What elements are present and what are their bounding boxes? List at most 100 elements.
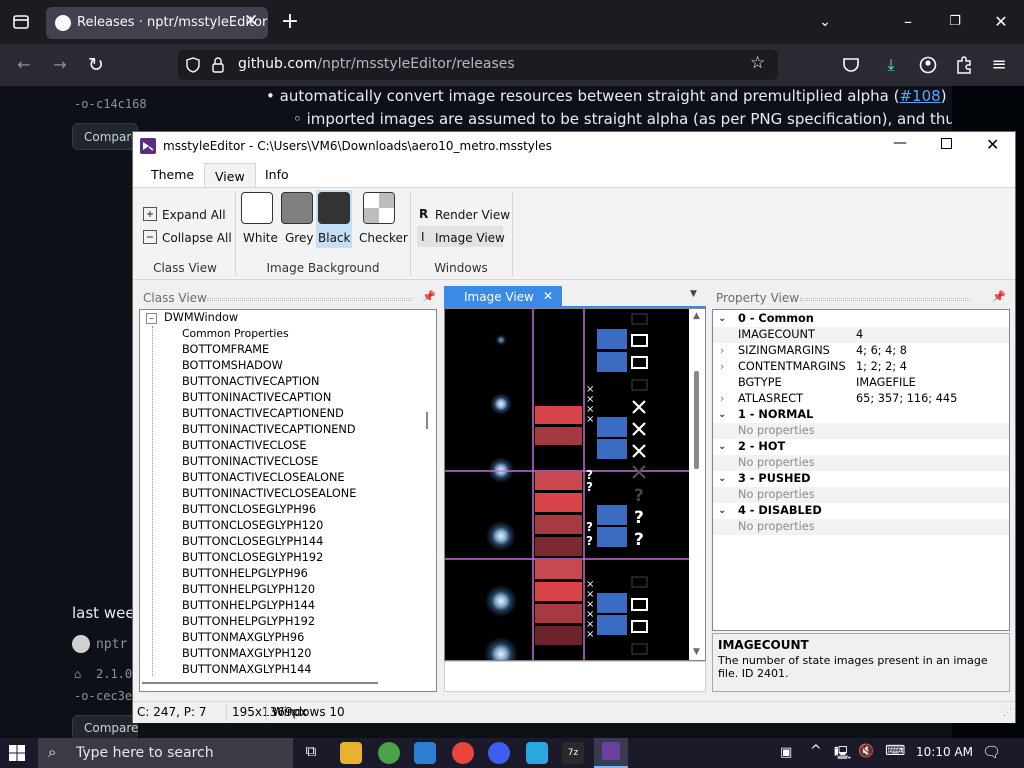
bg-checker-button[interactable]: Checker — [357, 192, 408, 246]
collapse-toggle-icon[interactable]: – — [146, 313, 157, 324]
browser-tab-releases[interactable]: Releases · nptr/msstyleEditor ✕ — [46, 7, 268, 39]
property-value[interactable]: IMAGEFILE — [856, 375, 916, 391]
expand-all-button[interactable]: Expand All — [162, 208, 226, 222]
tab-info[interactable]: Info — [255, 162, 299, 187]
image-v-scrollbar[interactable]: ▲ ▼ — [689, 309, 705, 660]
tray-chevron-icon[interactable]: ^ — [810, 743, 822, 759]
bg-black-button[interactable]: Black — [316, 190, 352, 248]
tree-v-thumb[interactable] — [426, 412, 428, 429]
tree-item[interactable]: BUTTONHELPGLYPH144 — [182, 598, 315, 614]
property-group-header[interactable]: ⌄ 0 - Common — [713, 311, 1009, 327]
tree-item[interactable]: BUTTONACTIVECAPTIONEND — [182, 406, 344, 422]
tray-notification-icon[interactable]: ▣ — [780, 745, 792, 760]
tab-view[interactable]: View — [204, 163, 256, 189]
property-row[interactable]: BGTYPE IMAGEFILE — [713, 375, 1009, 391]
tree-item[interactable]: BUTTONHELPGLYPH120 — [182, 582, 315, 598]
remote-app-icon[interactable] — [414, 742, 436, 764]
bookmark-star-icon[interactable]: ☆ — [750, 53, 765, 73]
site-info-icon[interactable] — [184, 56, 202, 74]
property-value[interactable]: 65; 357; 116; 445 — [856, 391, 957, 407]
tree-item[interactable]: BUTTONINACTIVECAPTIONEND — [182, 422, 356, 438]
restore-browser-icon[interactable]: ❐ — [940, 7, 970, 37]
close-tab-icon[interactable]: ✕ — [244, 11, 258, 31]
resize-grip-icon[interactable]: ⋰ — [1003, 708, 1012, 718]
tree-item[interactable]: BUTTONACTIVECLOSEALONE — [182, 470, 345, 486]
tree-item[interactable]: BUTTONMAXGLYPH96 — [182, 630, 304, 646]
url-bar[interactable]: github.com/nptr/msstyleEditor/releases ☆ — [178, 50, 778, 80]
property-grid[interactable]: ⌄ 0 - Common IMAGECOUNT 4 › SIZINGMARGINS 4; 6… — [712, 309, 1010, 631]
tree-root-dwmwindow[interactable]: DWMWindow — [164, 310, 238, 326]
scroll-down-arrow-icon[interactable]: ▼ — [693, 647, 700, 657]
minimize-browser-icon[interactable]: – — [893, 7, 923, 37]
group-chevron-down-icon[interactable]: ⌄ — [718, 439, 726, 455]
extensions-icon[interactable] — [949, 50, 979, 80]
tree-v-scrollbar[interactable] — [419, 310, 436, 676]
msstyle-taskbar-button[interactable] — [594, 738, 628, 768]
property-group-header[interactable]: ⌄ 2 - HOT — [713, 439, 1009, 455]
tree-item[interactable]: BUTTONACTIVECLOSE — [182, 438, 306, 454]
close-image-view-icon[interactable]: ✕ — [543, 289, 553, 303]
maximize-window-icon[interactable] — [941, 138, 952, 149]
issue-link-108[interactable]: #108 — [899, 87, 940, 105]
tree-h-thumb[interactable] — [142, 682, 378, 684]
pin-icon[interactable]: 📌 — [422, 290, 436, 303]
tree-item[interactable]: BUTTONCLOSEGLYPH192 — [182, 550, 323, 566]
7zip-icon[interactable]: 7z — [562, 742, 584, 764]
author-avatar[interactable] — [72, 635, 90, 653]
property-row[interactable]: IMAGECOUNT 4 — [713, 327, 1009, 343]
tree-item[interactable]: BUTTONINACTIVECLOSEALONE — [182, 486, 356, 502]
image-view-tab[interactable]: Image View ✕ — [444, 286, 562, 308]
chrome-2-icon[interactable] — [452, 742, 474, 764]
tree-item[interactable]: BUTTONHELPGLYPH96 — [182, 566, 308, 582]
image-canvas[interactable]: ?? ? × × × × ?? ?? × × × × × × ▲ ▼ — [444, 308, 706, 661]
reload-icon[interactable]: ↻ — [81, 50, 111, 80]
tree-item[interactable]: BOTTOMSHADOW — [182, 358, 283, 374]
expand-chevron-icon[interactable]: › — [720, 391, 724, 407]
property-row[interactable]: › CONTENTMARGINS 1; 2; 2; 4 — [713, 359, 1009, 375]
tree-item[interactable]: BOTTOMFRAME — [182, 342, 269, 358]
file-explorer-icon[interactable] — [340, 742, 362, 764]
scroll-up-arrow-icon[interactable]: ▲ — [693, 311, 700, 321]
property-group-header[interactable]: ⌄ 3 - PUSHED — [713, 471, 1009, 487]
chrome-icon[interactable] — [378, 742, 400, 764]
new-tab-icon[interactable]: + — [275, 7, 305, 37]
property-value[interactable]: 1; 2; 2; 4 — [856, 359, 907, 375]
bg-white-button[interactable]: White — [241, 192, 278, 246]
property-row[interactable]: › SIZINGMARGINS 4; 6; 4; 8 — [713, 343, 1009, 359]
property-value[interactable]: 4 — [856, 327, 863, 343]
keyboard-icon[interactable]: ⌨ — [885, 743, 905, 759]
tree-item[interactable]: BUTTONCLOSEGLYPH120 — [182, 518, 323, 534]
taskbar-search[interactable]: ⌕ Type here to search — [38, 738, 293, 768]
property-group-header[interactable]: ⌄ 4 - DISABLED — [713, 503, 1009, 519]
compare-button-bottom[interactable]: Compare — [72, 715, 138, 740]
expand-chevron-icon[interactable]: › — [720, 359, 724, 375]
property-group-header[interactable]: ⌄ 1 - NORMAL — [713, 407, 1009, 423]
tree-item[interactable]: BUTTONCLOSEGLYPH144 — [182, 534, 323, 550]
tree-item[interactable]: BUTTONHELPGLYPH192 — [182, 614, 315, 630]
tree-item-common-properties[interactable]: Common Properties — [182, 326, 289, 342]
action-center-icon[interactable]: 🗨 — [982, 743, 1001, 761]
tab-dropdown-icon[interactable]: ▼ — [690, 289, 697, 299]
clock-time[interactable]: 10:10 AM — [916, 745, 973, 759]
image-v-thumb[interactable] — [694, 371, 699, 469]
tree-h-scrollbar[interactable] — [140, 676, 421, 691]
commit-hash-top[interactable]: c14c168 — [96, 97, 147, 111]
expand-chevron-icon[interactable]: › — [720, 343, 724, 359]
network-icon[interactable]: 🖳 — [834, 744, 851, 766]
pin-icon-2[interactable]: 📌 — [992, 290, 1006, 303]
downloads-icon[interactable]: ⤓ — [876, 50, 906, 80]
property-row[interactable]: › ATLASRECT 65; 357; 116; 445 — [713, 391, 1009, 407]
group-chevron-down-icon[interactable]: ⌄ — [718, 311, 726, 327]
tree-item[interactable]: BUTTONCLOSEGLYPH96 — [182, 502, 316, 518]
group-chevron-down-icon[interactable]: ⌄ — [718, 471, 726, 487]
bg-grey-button[interactable]: Grey — [280, 192, 314, 246]
compare-button-top[interactable]: Compare — [72, 123, 138, 150]
minimize-window-icon[interactable]: — — [893, 135, 907, 151]
volume-muted-icon[interactable]: 🔇 — [858, 744, 874, 759]
tab-list-icon[interactable] — [6, 7, 36, 37]
account-icon[interactable] — [913, 50, 943, 80]
windows-start-icon[interactable] — [8, 744, 26, 762]
release-version[interactable]: 2.1.0 — [96, 667, 132, 681]
group-chevron-down-icon[interactable]: ⌄ — [718, 407, 726, 423]
firefox-icon[interactable] — [488, 742, 510, 764]
